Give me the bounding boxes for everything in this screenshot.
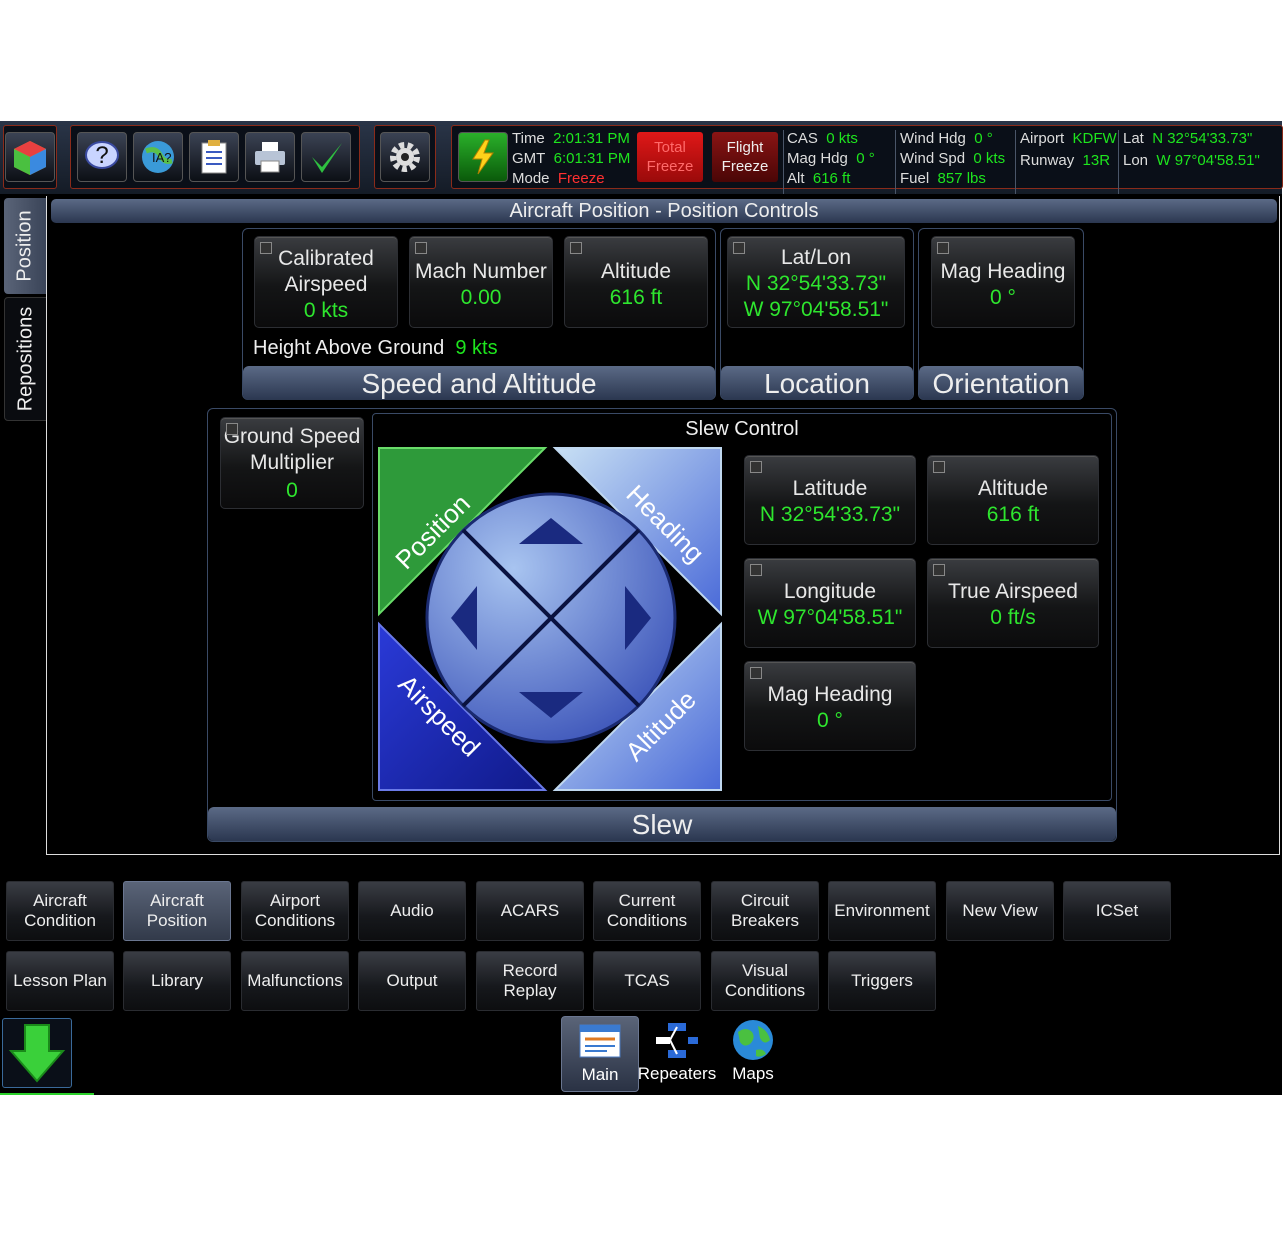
location-section: Lat/Lon N 32°54'33.73" W 97°04'58.51" Lo… <box>720 228 914 400</box>
slew-section: Ground Speed Multiplier 0 Slew Control P… <box>207 408 1117 842</box>
tab-position[interactable]: Position <box>4 198 46 294</box>
nav-circuit-breakers[interactable]: Circuit Breakers <box>711 881 819 941</box>
slew-title: Slew <box>208 807 1116 841</box>
nav-output[interactable]: Output <box>358 951 466 1011</box>
mag-heading-checkbox[interactable] <box>937 242 949 254</box>
settings-group <box>374 125 436 189</box>
height-above-ground: Height Above Ground 9 kts <box>253 337 498 359</box>
nav-aircraft-condition[interactable]: Aircraft Condition <box>6 881 114 941</box>
svg-text:?: ? <box>95 142 108 169</box>
slew-longitude-tile[interactable]: Longitude W 97°04'58.51" <box>744 558 916 648</box>
nav-visual-conditions[interactable]: Visual Conditions <box>711 951 819 1011</box>
mach-number-tile[interactable]: Mach Number 0.00 <box>409 236 553 328</box>
calibrated-airspeed-tile[interactable]: Calibrated Airspeed 0 kts <box>254 236 398 328</box>
nav-audio[interactable]: Audio <box>358 881 466 941</box>
nav-aircraft-position[interactable]: Aircraft Position <box>123 881 231 941</box>
total-freeze-button[interactable]: Total Freeze <box>637 132 703 182</box>
collapse-down-button[interactable] <box>2 1018 72 1088</box>
page-title: Aircraft Position - Position Controls <box>51 199 1277 223</box>
slew-longitude-checkbox[interactable] <box>750 564 762 576</box>
nav-library[interactable]: Library <box>123 951 231 1011</box>
power-lightning-icon[interactable] <box>458 132 508 182</box>
app-cube-icon[interactable] <box>5 132 55 182</box>
nav-triggers[interactable]: Triggers <box>828 951 936 1011</box>
nav-airport-conditions[interactable]: Airport Conditions <box>241 881 349 941</box>
nav-acars[interactable]: ACARS <box>476 881 584 941</box>
ground-speed-multiplier-tile[interactable]: Ground Speed Multiplier 0 <box>220 417 364 509</box>
slew-true-airspeed-checkbox[interactable] <box>933 564 945 576</box>
slew-control-panel: Slew Control Position Heading Airspeed A… <box>372 413 1112 801</box>
flight-readout: CAS 0 kts Mag Hdg 0 ° Alt 616 ft <box>787 130 875 187</box>
slew-mag-heading-tile[interactable]: Mag Heading 0 ° <box>744 661 916 751</box>
nav-record-replay[interactable]: Record Replay <box>476 951 584 1011</box>
slew-latitude-checkbox[interactable] <box>750 461 762 473</box>
status-group: Time 2:01:31 PM GMT 6:01:31 PM Mode Free… <box>451 125 1283 194</box>
nav-current-conditions[interactable]: Current Conditions <box>593 881 701 941</box>
slew-mag-heading-checkbox[interactable] <box>750 667 762 679</box>
tab-repositions[interactable]: Repositions <box>4 297 48 421</box>
altitude-tile[interactable]: Altitude 616 ft <box>564 236 708 328</box>
latlon-readout: Lat N 32°54'33.73" Lon W 97°04'58.51" <box>1123 130 1260 169</box>
airport-readout: Airport KDFW Runway 13R <box>1020 130 1117 169</box>
simulator-app-window: ? IA? Time 2:01:31 PM GMT 6:01:31 PM Mod… <box>0 121 1283 1095</box>
mag-heading-tile[interactable]: Mag Heading 0 ° <box>931 236 1075 328</box>
repeaters-icon <box>656 1023 698 1058</box>
slew-control-title: Slew Control <box>685 418 799 440</box>
nav-malfunctions[interactable]: Malfunctions <box>241 951 349 1011</box>
location-title: Location <box>721 366 913 400</box>
checklist-icon[interactable] <box>189 132 239 182</box>
tools-group: ? IA? <box>70 125 360 189</box>
nav-new-view[interactable]: New View <box>946 881 1054 941</box>
svg-text:IA?: IA? <box>152 150 172 165</box>
latlon-tile[interactable]: Lat/Lon N 32°54'33.73" W 97°04'58.51" <box>727 236 905 328</box>
down-arrow-icon <box>8 1024 66 1083</box>
slew-altitude-checkbox[interactable] <box>933 461 945 473</box>
wind-fuel-readout: Wind Hdg 0 ° Wind Spd 0 kts Fuel 857 lbs <box>900 130 1006 187</box>
time-readout: Time 2:01:31 PM GMT 6:01:31 PM Mode Free… <box>512 130 631 187</box>
tab-maps[interactable]: Maps <box>718 1016 788 1090</box>
checkmark-icon[interactable] <box>301 132 351 182</box>
slew-latitude-tile[interactable]: Latitude N 32°54'33.73" <box>744 455 916 545</box>
ground-speed-multiplier-checkbox[interactable] <box>226 423 238 435</box>
nav-lesson-plan[interactable]: Lesson Plan <box>6 951 114 1011</box>
nav-tcas[interactable]: TCAS <box>593 951 701 1011</box>
tab-repeaters[interactable]: Repeaters <box>638 1016 716 1090</box>
gear-icon[interactable] <box>380 132 430 182</box>
app-logo-group <box>3 125 57 189</box>
latlon-checkbox[interactable] <box>733 242 745 254</box>
printer-icon[interactable] <box>245 132 295 182</box>
slew-pad: Position Heading Airspeed Altitude <box>377 446 725 792</box>
nav-icset[interactable]: ICSet <box>1063 881 1171 941</box>
calibrated-airspeed-checkbox[interactable] <box>260 242 272 254</box>
tab-main[interactable]: Main <box>561 1016 639 1092</box>
progress-strip <box>0 1093 94 1095</box>
altitude-checkbox[interactable] <box>570 242 582 254</box>
globe-icon <box>733 1020 773 1060</box>
nav-environment[interactable]: Environment <box>828 881 936 941</box>
orientation-section: Mag Heading 0 ° Orientation <box>918 228 1084 400</box>
orientation-title: Orientation <box>919 366 1083 400</box>
ia-help-globe-icon[interactable]: IA? <box>133 132 183 182</box>
slew-true-airspeed-tile[interactable]: True Airspeed 0 ft/s <box>927 558 1099 648</box>
total-freeze-label: Total <box>654 139 686 156</box>
speed-altitude-section: Calibrated Airspeed 0 kts Mach Number 0.… <box>242 228 716 400</box>
speed-altitude-title: Speed and Altitude <box>243 366 715 400</box>
top-toolbar: ? IA? Time 2:01:31 PM GMT 6:01:31 PM Mod… <box>0 121 1283 194</box>
mach-number-checkbox[interactable] <box>415 242 427 254</box>
main-window-icon <box>579 1024 621 1058</box>
help-icon[interactable]: ? <box>77 132 127 182</box>
flight-freeze-button[interactable]: Flight Freeze <box>712 132 778 182</box>
slew-altitude-tile[interactable]: Altitude 616 ft <box>927 455 1099 545</box>
